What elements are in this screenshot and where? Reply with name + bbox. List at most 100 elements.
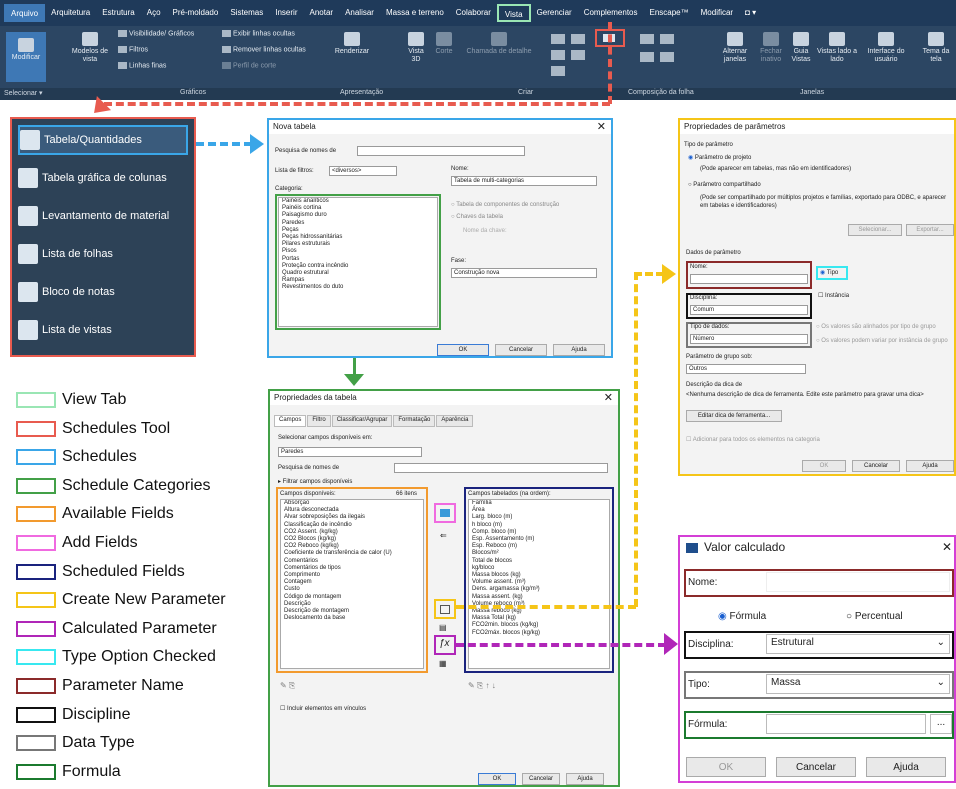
available-field-item[interactable]: Descrição [281, 601, 423, 608]
category-item[interactable]: Paisagismo duro [279, 212, 437, 219]
radio-formula[interactable]: ◉ Fórmula [718, 611, 766, 622]
plan-icon[interactable] [551, 66, 565, 76]
group-under-select[interactable]: Outros [686, 364, 806, 374]
legend-icon[interactable] [551, 50, 565, 60]
modify-button[interactable]: Modificar [6, 32, 46, 82]
visibility-graphics-button[interactable]: Visibilidade/ Gráficos [118, 30, 194, 37]
tool-material-takeoff[interactable]: Levantamento de material [18, 201, 188, 231]
close-icon[interactable]: ✕ [604, 391, 613, 404]
radio-shared-parameter[interactable]: ○ Parâmetro compartilhado [688, 182, 761, 188]
select-button[interactable]: Selecionar... [848, 224, 902, 236]
available-field-item[interactable]: Comprimento [281, 572, 423, 579]
cancel-button[interactable]: Cancelar [776, 757, 856, 777]
menu-tab-11[interactable]: Vista [496, 4, 531, 22]
scheduled-field-item[interactable]: Volume assent. (m³) [469, 579, 609, 586]
category-item[interactable]: Paredes [279, 220, 437, 227]
export-button[interactable]: Exportar... [906, 224, 954, 236]
discipline-select[interactable]: Comum [690, 305, 808, 315]
available-fields-list[interactable]: Absorção Altura desconectada Alvar sobrepo… [280, 499, 424, 669]
filters-button[interactable]: Filtros [118, 46, 148, 53]
elevation-icon[interactable] [571, 50, 585, 60]
tab-views-button[interactable]: Guia Vistas [786, 32, 816, 64]
tool-schedule-quantities[interactable]: Tabela/Quantidades [18, 125, 188, 155]
tab-4[interactable]: Aparência [436, 415, 474, 427]
matchline-icon[interactable] [640, 52, 654, 62]
ok-button[interactable]: OK [802, 460, 846, 472]
menu-tab-1[interactable]: Arquitetura [45, 4, 96, 22]
available-field-item[interactable]: Altura desconectada [281, 507, 423, 514]
category-item[interactable]: Painéis cortina [279, 205, 437, 212]
name-input[interactable] [766, 572, 950, 592]
tool-sheet-list[interactable]: Lista de folhas [18, 239, 188, 269]
close-inactive-button[interactable]: Fechar inativo [754, 32, 788, 64]
type-select[interactable]: Massa ⌄ [766, 674, 950, 694]
edit-tooltip-button[interactable]: Editar dica de ferramenta... [686, 410, 782, 422]
radio-percent[interactable]: ○ Percentual [846, 611, 903, 622]
scheduled-field-item[interactable]: Área [469, 507, 609, 514]
tool-note-block[interactable]: Bloco de notas [18, 277, 188, 307]
available-field-item[interactable]: Comentários de tipos [281, 565, 423, 572]
edit-icons-left[interactable]: ✎ ⎘ [280, 681, 295, 691]
discipline-select[interactable]: Estrutural ⌄ [766, 634, 950, 654]
filter-select[interactable]: <diversos> [329, 166, 397, 176]
category-item[interactable]: Pisos [279, 248, 437, 255]
category-item[interactable]: Portas [279, 256, 437, 263]
tab-0[interactable]: Campos [274, 415, 307, 427]
calculated-parameter-button[interactable]: ƒx [434, 635, 456, 655]
scheduled-field-item[interactable]: Total de blocos [469, 558, 609, 565]
cut-profile-button[interactable]: Perfil de corte [222, 62, 276, 69]
available-source-select[interactable]: Paredes [278, 447, 422, 457]
tool-graphical-column-schedule[interactable]: Tabela gráfica de colunas [18, 163, 188, 193]
switch-windows-button[interactable]: Alternar janelas [717, 32, 753, 64]
cancel-button[interactable]: Cancelar [852, 460, 900, 472]
tab-1[interactable]: Filtro [307, 415, 331, 427]
scheduled-field-item[interactable]: Massa Total (kg) [469, 615, 609, 622]
data-type-select[interactable]: Número [690, 334, 808, 344]
available-field-item[interactable]: Classificação de incêndio [281, 522, 423, 529]
duplicate-icon[interactable] [571, 34, 585, 44]
category-item[interactable]: Pilares estruturais [279, 241, 437, 248]
scheduled-field-item[interactable]: FCO2máx. blocos (kg/kg) [469, 630, 609, 637]
thin-lines-button[interactable]: Linhas finas [118, 62, 166, 69]
ok-button[interactable]: OK [478, 773, 516, 785]
scheduled-field-item[interactable]: Massa reboco (kg) [469, 608, 609, 615]
tab-2[interactable]: Classificar/Agrupar [331, 415, 393, 427]
available-field-item[interactable]: Coeficiente de transferência de calor (U… [281, 550, 423, 557]
close-icon[interactable]: ✕ [942, 540, 952, 554]
category-item[interactable]: Quadro estrutural [279, 270, 437, 277]
radio-component-schedule[interactable]: ○ Tabela de componentes de construção [451, 202, 559, 208]
menu-tab-15[interactable]: Modificar [695, 4, 739, 22]
scheduled-field-item[interactable]: Blocos/m² [469, 550, 609, 557]
schedule-name-input[interactable]: Tabela de multi-categorias [451, 176, 597, 186]
radio-vary-by-instance[interactable]: ○ Os valores podem variar por instância … [816, 338, 948, 344]
scheduled-field-item[interactable]: Família [469, 500, 609, 507]
radio-instance[interactable]: ☐ Instância [818, 292, 849, 299]
titleblock-icon[interactable] [660, 34, 674, 44]
user-interface-button[interactable]: Interface do usuário [865, 32, 907, 64]
menu-tab-3[interactable]: Aço [141, 4, 167, 22]
new-parameter-button[interactable] [434, 599, 456, 619]
drafting-icon[interactable] [551, 34, 565, 44]
category-item[interactable]: Peças hidrossanitárias [279, 234, 437, 241]
filter-fields-toggle[interactable]: ▸ Filtrar campos disponíveis [278, 478, 352, 485]
available-field-item[interactable]: Código de montagem [281, 594, 423, 601]
add-fields-button[interactable] [434, 503, 456, 523]
available-field-item[interactable]: Custo [281, 586, 423, 593]
menu-tab-9[interactable]: Massa e terreno [380, 4, 450, 22]
remove-hidden-lines-button[interactable]: Remover linhas ocultas [222, 46, 306, 53]
3d-view-button[interactable]: Vista 3D [404, 32, 428, 64]
menu-tab-0[interactable]: Arquivo [4, 4, 46, 22]
close-icon[interactable]: ✕ [597, 120, 606, 133]
category-item[interactable]: Rampas [279, 277, 437, 284]
available-field-item[interactable]: Absorção [281, 500, 423, 507]
edit-parameter-icon[interactable]: ▤ [439, 623, 447, 632]
scheduled-field-item[interactable]: Massa assent. (kg) [469, 594, 609, 601]
scheduled-field-item[interactable]: h bloco (m) [469, 522, 609, 529]
radio-vary-by-type[interactable]: ○ Os valores são alinhados por tipo de g… [816, 324, 936, 330]
edit-icons-right[interactable]: ✎ ⎘ ↑ ↓ [468, 681, 496, 691]
menu-tab-4[interactable]: Pré-moldado [167, 4, 225, 22]
menu-tab-13[interactable]: Complementos [578, 4, 644, 22]
help-button[interactable]: Ajuda [553, 344, 605, 356]
menu-tab-16[interactable]: ◘ ▾ [739, 4, 762, 22]
available-field-item[interactable]: CO2 Assent. (kg/kg) [281, 529, 423, 536]
